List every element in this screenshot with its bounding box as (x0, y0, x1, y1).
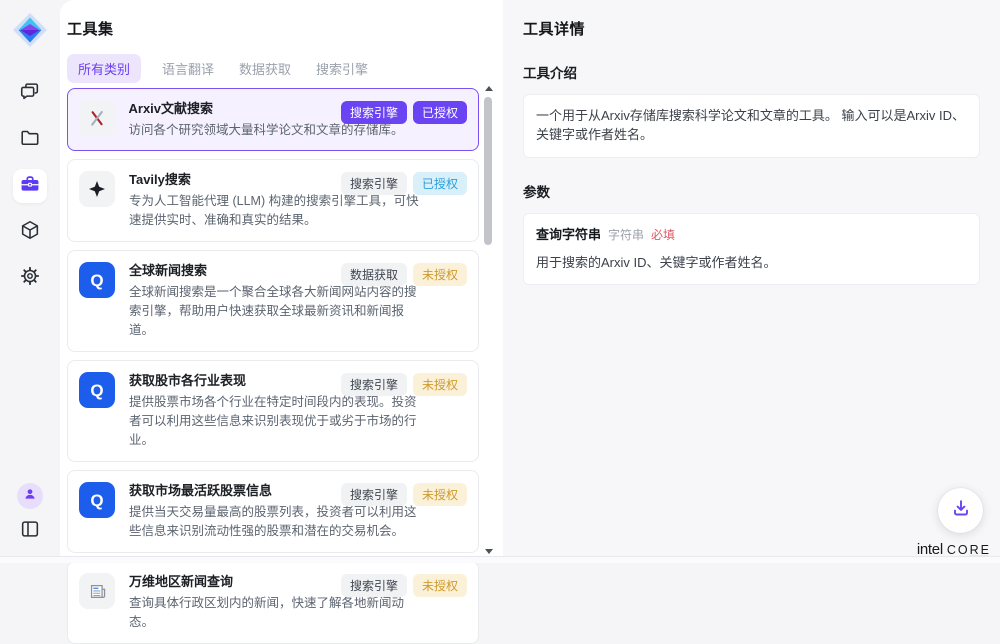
tool-tags: 搜索引擎已授权 (341, 172, 467, 195)
tool-description: 查询具体行政区划内的新闻，快速了解各地新闻动态。 (129, 594, 425, 632)
newspaper-icon (87, 581, 108, 602)
tool-card-2[interactable]: Q全球新闻搜索全球新闻搜索是一个聚合全球各大新闻网站内容的搜索引擎，帮助用户快速… (67, 250, 479, 352)
q-logo-icon: Q (90, 382, 103, 399)
scrollbar-up-arrow-icon[interactable] (485, 86, 493, 91)
tool-card-5[interactable]: 万维地区新闻查询查询具体行政区划内的新闻，快速了解各地新闻动态。搜索引擎未授权 (67, 561, 479, 644)
q-logo-icon: Q (90, 272, 103, 289)
sidebar-item-chat[interactable] (13, 77, 47, 111)
detail-title: 工具详情 (523, 18, 980, 39)
app-window: 工具集 所有类别语言翻译数据获取搜索引擎 Arxiv文献搜索访问各个研究领域大量… (0, 0, 1000, 563)
tool-card-3[interactable]: Q获取股市各行业表现提供股票市场各个行业在特定时间段内的表现。投资者可以利用这些… (67, 360, 479, 462)
tool-list-panel: 工具集 所有类别语言翻译数据获取搜索引擎 Arxiv文献搜索访问各个研究领域大量… (60, 0, 503, 557)
scrollbar-down-arrow-icon[interactable] (485, 549, 493, 554)
tab-3[interactable]: 搜索引擎 (312, 54, 372, 83)
sidebar-item-tools[interactable] (13, 169, 47, 203)
user-avatar-icon (22, 486, 38, 507)
tab-2[interactable]: 数据获取 (235, 54, 295, 83)
sidebar-item-files[interactable] (13, 123, 47, 157)
user-avatar[interactable] (17, 483, 43, 509)
tool-detail-panel: 工具详情 工具介绍 一个用于从Arxiv存储库搜索科学论文和文章的工具。 输入可… (503, 0, 1000, 557)
tool-card-0[interactable]: Arxiv文献搜索访问各个研究领域大量科学论文和文章的存储库。搜索引擎已授权 (67, 88, 479, 151)
tab-0[interactable]: 所有类别 (67, 54, 141, 83)
params-heading: 参数 (523, 181, 980, 201)
sidebar-item-models[interactable] (13, 215, 47, 249)
auth-status-badge: 未授权 (413, 263, 467, 286)
tool-tags: 搜索引擎未授权 (341, 483, 467, 506)
tool-card-1[interactable]: Tavily搜索专为人工智能代理 (LLM) 构建的搜索引擎工具，可快速提供实时… (67, 159, 479, 242)
icon-sidebar (0, 0, 60, 557)
download-icon (951, 498, 971, 523)
tool-icon (79, 100, 115, 136)
category-tag: 搜索引擎 (341, 373, 407, 396)
intro-text: 一个用于从Arxiv存储库搜索科学论文和文章的工具。 输入可以是Arxiv ID… (536, 108, 965, 142)
intro-heading: 工具介绍 (523, 62, 980, 82)
app-logo-icon (11, 11, 49, 49)
param-name: 查询字符串 (536, 227, 601, 242)
tool-tags: 数据获取未授权 (341, 263, 467, 286)
chat-icon (19, 81, 41, 108)
auth-status-badge: 未授权 (413, 574, 467, 597)
tool-description: 提供股票市场各个行业在特定时间段内的表现。投资者可以利用这些信息来识别表现优于或… (129, 393, 425, 450)
tool-icon: Q (79, 262, 115, 298)
tab-1[interactable]: 语言翻译 (158, 54, 218, 83)
sidebar-item-toggle-panel[interactable] (16, 517, 44, 545)
arxiv-icon (87, 108, 107, 128)
folder-icon (19, 127, 41, 154)
toolbox-icon (19, 173, 41, 200)
cube-icon (19, 219, 41, 246)
category-tag: 数据获取 (341, 263, 407, 286)
category-tag: 搜索引擎 (341, 574, 407, 597)
tool-icon (79, 573, 115, 609)
param-type: 字符串 (608, 228, 644, 242)
auth-status-badge: 未授权 (413, 373, 467, 396)
category-tabs: 所有类别语言翻译数据获取搜索引擎 (67, 55, 503, 81)
gear-icon (19, 265, 41, 292)
tool-icon: Q (79, 482, 115, 518)
tool-icon: Q (79, 372, 115, 408)
category-tag: 搜索引擎 (341, 101, 407, 124)
auth-status-badge: 未授权 (413, 483, 467, 506)
tool-card-4[interactable]: Q获取市场最活跃股票信息提供当天交易量最高的股票列表，投资者可以利用这些信息来识… (67, 470, 479, 553)
param-header: 查询字符串字符串必填 (536, 226, 967, 245)
auth-status-badge: 已授权 (413, 172, 467, 195)
q-logo-icon: Q (90, 492, 103, 509)
scrollbar-thumb[interactable] (484, 97, 492, 245)
sidebar-nav (13, 77, 47, 295)
intro-card: 一个用于从Arxiv存储库搜索科学论文和文章的工具。 输入可以是Arxiv ID… (523, 94, 980, 158)
sidebar-bottom (16, 483, 44, 545)
panel-layout-icon (19, 518, 41, 545)
category-tag: 搜索引擎 (341, 172, 407, 195)
sidebar-item-settings[interactable] (13, 261, 47, 295)
tool-description: 提供当天交易量最高的股票列表，投资者可以利用这些信息来识别流动性强的股票和潜在的… (129, 503, 425, 541)
tool-description: 全球新闻搜索是一个聚合全球各大新闻网站内容的搜索引擎，帮助用户快速获取全球最新资… (129, 283, 425, 340)
tool-tags: 搜索引擎已授权 (341, 101, 467, 124)
param-required-badge: 必填 (651, 228, 675, 242)
download-button[interactable] (938, 488, 983, 533)
category-tag: 搜索引擎 (341, 483, 407, 506)
tavily-star-icon (87, 179, 107, 199)
tool-description: 专为人工智能代理 (LLM) 构建的搜索引擎工具，可快速提供实时、准确和真实的结… (129, 192, 425, 230)
auth-status-badge: 已授权 (413, 101, 467, 124)
list-scrollbar[interactable] (484, 86, 492, 554)
tool-tags: 搜索引擎未授权 (341, 574, 467, 597)
param-description: 用于搜索的Arxiv ID、关键字或作者姓名。 (536, 254, 967, 273)
param-card: 查询字符串字符串必填 用于搜索的Arxiv ID、关键字或作者姓名。 (523, 213, 980, 286)
tool-icon (79, 171, 115, 207)
window-bottom-edge (0, 556, 1000, 563)
page-title: 工具集 (67, 18, 503, 39)
tool-tags: 搜索引擎未授权 (341, 373, 467, 396)
